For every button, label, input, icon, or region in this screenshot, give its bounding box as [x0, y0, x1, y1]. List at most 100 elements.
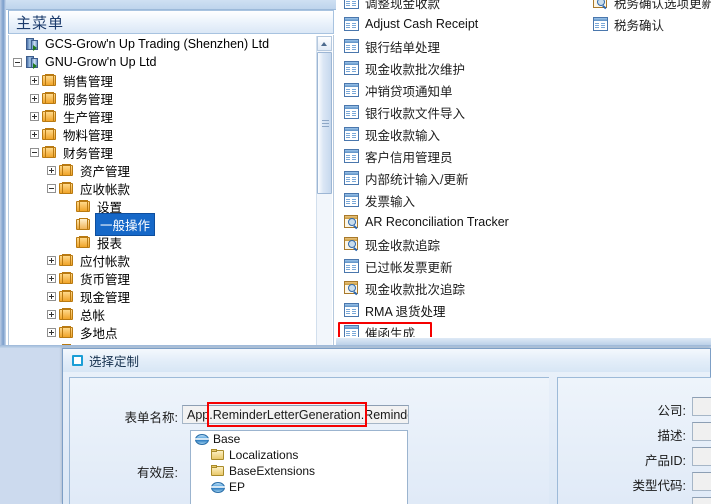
menu-item[interactable]: RMA 退货处理 [340, 299, 590, 321]
form-icon [344, 259, 359, 273]
tree-item[interactable]: 总帐 [9, 305, 333, 323]
layer-tree-item[interactable]: Base [191, 431, 407, 447]
folder-icon [42, 73, 57, 87]
dialog-right-section: 公司: 描述: 产品ID: 类型代码: 国家/地区/群组代码: [557, 377, 711, 504]
menu-item[interactable]: 税务确认选项更新 [589, 0, 711, 13]
menu-item-label: AR Reconciliation Tracker [365, 215, 509, 229]
layer-tree-item-label: Localizations [229, 448, 299, 462]
menu-item[interactable]: 冲销贷项通知单 [340, 79, 590, 101]
tree-item[interactable]: GNU-Grow'n Up Ltd [9, 53, 333, 71]
building-icon [25, 37, 39, 51]
sphere-icon [195, 433, 209, 446]
menu-item[interactable]: 发票输入 [340, 189, 590, 211]
tree-item[interactable]: 销售管理 [9, 71, 333, 89]
scrollbar-grip-icon [322, 120, 329, 127]
tree-item[interactable]: GCS-Grow'n Up Trading (Shenzhen) Ltd [9, 35, 333, 53]
expand-icon[interactable] [47, 309, 56, 319]
menu-item[interactable]: 现金收款输入 [340, 123, 590, 145]
folder-icon [42, 145, 57, 159]
dialog-field-input[interactable] [692, 497, 711, 504]
tree-item-label: 销售管理 [63, 74, 114, 89]
menu-item[interactable]: 现金收款追踪 [340, 233, 590, 255]
dialog-field-input[interactable] [692, 472, 711, 491]
expand-icon[interactable] [30, 75, 39, 85]
folder-icon [59, 163, 74, 177]
layer-tree-item[interactable]: Localizations [191, 447, 407, 463]
expand-icon[interactable] [47, 273, 56, 283]
dialog-field-label: 公司: [657, 404, 686, 418]
expand-icon[interactable] [47, 291, 56, 301]
layers-tree[interactable]: Base Localizations BaseExtensions EP [190, 430, 408, 504]
building-icon [25, 55, 39, 69]
layer-tree-item[interactable]: BaseExtensions [191, 463, 407, 479]
tree-item-label: 货币管理 [80, 272, 131, 287]
collapse-icon[interactable] [47, 183, 56, 193]
menu-item[interactable]: Adjust Cash Receipt [340, 13, 590, 35]
tree-item[interactable]: 资产管理 [9, 161, 333, 179]
tree-item[interactable]: 应收帐款 [9, 179, 333, 197]
folder-icon [76, 199, 91, 213]
form-icon [344, 303, 359, 317]
menu-item-label: 现金收款追踪 [365, 238, 441, 253]
expand-icon[interactable] [30, 93, 39, 103]
menu-item[interactable]: AR Reconciliation Tracker [340, 211, 590, 233]
expand-icon[interactable] [30, 129, 39, 139]
expand-icon[interactable] [47, 165, 56, 175]
menu-item-label: RMA 退货处理 [365, 304, 446, 319]
tree-item-label: 应收帐款 [80, 182, 131, 197]
tree-item[interactable]: 现金管理 [9, 287, 333, 305]
form-icon [344, 149, 359, 163]
collapse-icon[interactable] [13, 57, 22, 67]
menu-items-panel: 调整现金收款 Adjust Cash Receipt 银行结单处理 现金收款批次维护冲… [336, 0, 711, 345]
page-title: 主菜单 [16, 14, 65, 32]
dialog-field-input[interactable] [692, 447, 711, 466]
menu-item[interactable]: 现金收款批次追踪 [340, 277, 590, 299]
menu-item[interactable]: 内部统计输入/更新 [340, 167, 590, 189]
layers-label: 有效层: [137, 466, 178, 480]
scroll-up-arrow-icon[interactable] [317, 36, 332, 51]
form-name-input[interactable]: App.ReminderLetterGeneration.ReminderLet… [182, 405, 409, 424]
tree-item[interactable]: 生产管理 [9, 107, 333, 125]
tree-item[interactable]: 设置 [9, 197, 333, 215]
menu-item[interactable]: 调整现金收款 [340, 0, 590, 13]
tree-item-label: GCS-Grow'n Up Trading (Shenzhen) Ltd [45, 37, 270, 51]
tree-item-label: 资产管理 [80, 164, 131, 179]
dialog-field-input[interactable] [692, 422, 711, 441]
layer-tree-item[interactable]: EP [191, 479, 407, 495]
form-icon [344, 17, 359, 31]
tree-item[interactable]: 多地点 [9, 323, 333, 341]
expand-icon[interactable] [47, 255, 56, 265]
folder-icon [211, 449, 225, 461]
folder-open-icon [76, 217, 91, 231]
menu-column-1: 调整现金收款 Adjust Cash Receipt 银行结单处理 现金收款批次维护冲… [340, 0, 590, 345]
menu-item-label: 调整现金收款 [365, 0, 441, 11]
tree-item[interactable]: 应付帐款 [9, 251, 333, 269]
tree-item-selected[interactable]: 一般操作 [9, 212, 333, 236]
dialog-left-section: 表单名称: App.ReminderLetterGeneration.Remin… [69, 377, 549, 504]
dialog-field-label: 国家/地区/群组代码: [558, 500, 686, 504]
tree-item[interactable]: 财务管理 [9, 143, 333, 161]
collapse-icon[interactable] [30, 147, 39, 157]
menu-item[interactable]: 银行收款文件导入 [340, 101, 590, 123]
dialog-title-bar[interactable]: 选择定制 [63, 349, 710, 372]
tree-item-label: 财务管理 [63, 146, 114, 161]
expand-icon[interactable] [30, 111, 39, 121]
folder-icon [59, 289, 74, 303]
menu-item-label: 客户信用管理员 [365, 150, 453, 165]
menu-item[interactable]: 已过帐发票更新 [340, 255, 590, 277]
menu-item[interactable]: 现金收款批次维护 [340, 57, 590, 79]
tree-item[interactable]: 货币管理 [9, 269, 333, 287]
tree-item[interactable]: 物料管理 [9, 125, 333, 143]
menu-item[interactable]: 客户信用管理员 [340, 145, 590, 167]
dialog-field-label: 产品ID: [645, 454, 686, 468]
tree-item[interactable]: 服务管理 [9, 89, 333, 107]
form-icon [344, 193, 359, 207]
tracker-icon [344, 215, 359, 229]
tree-item[interactable]: 报表 [9, 233, 333, 251]
expand-icon[interactable] [47, 327, 56, 337]
scrollbar-thumb[interactable] [317, 52, 332, 194]
dialog-field-input[interactable] [692, 397, 711, 416]
menu-item[interactable]: 银行结单处理 [340, 35, 590, 57]
menu-item[interactable]: 税务确认 [589, 13, 709, 35]
